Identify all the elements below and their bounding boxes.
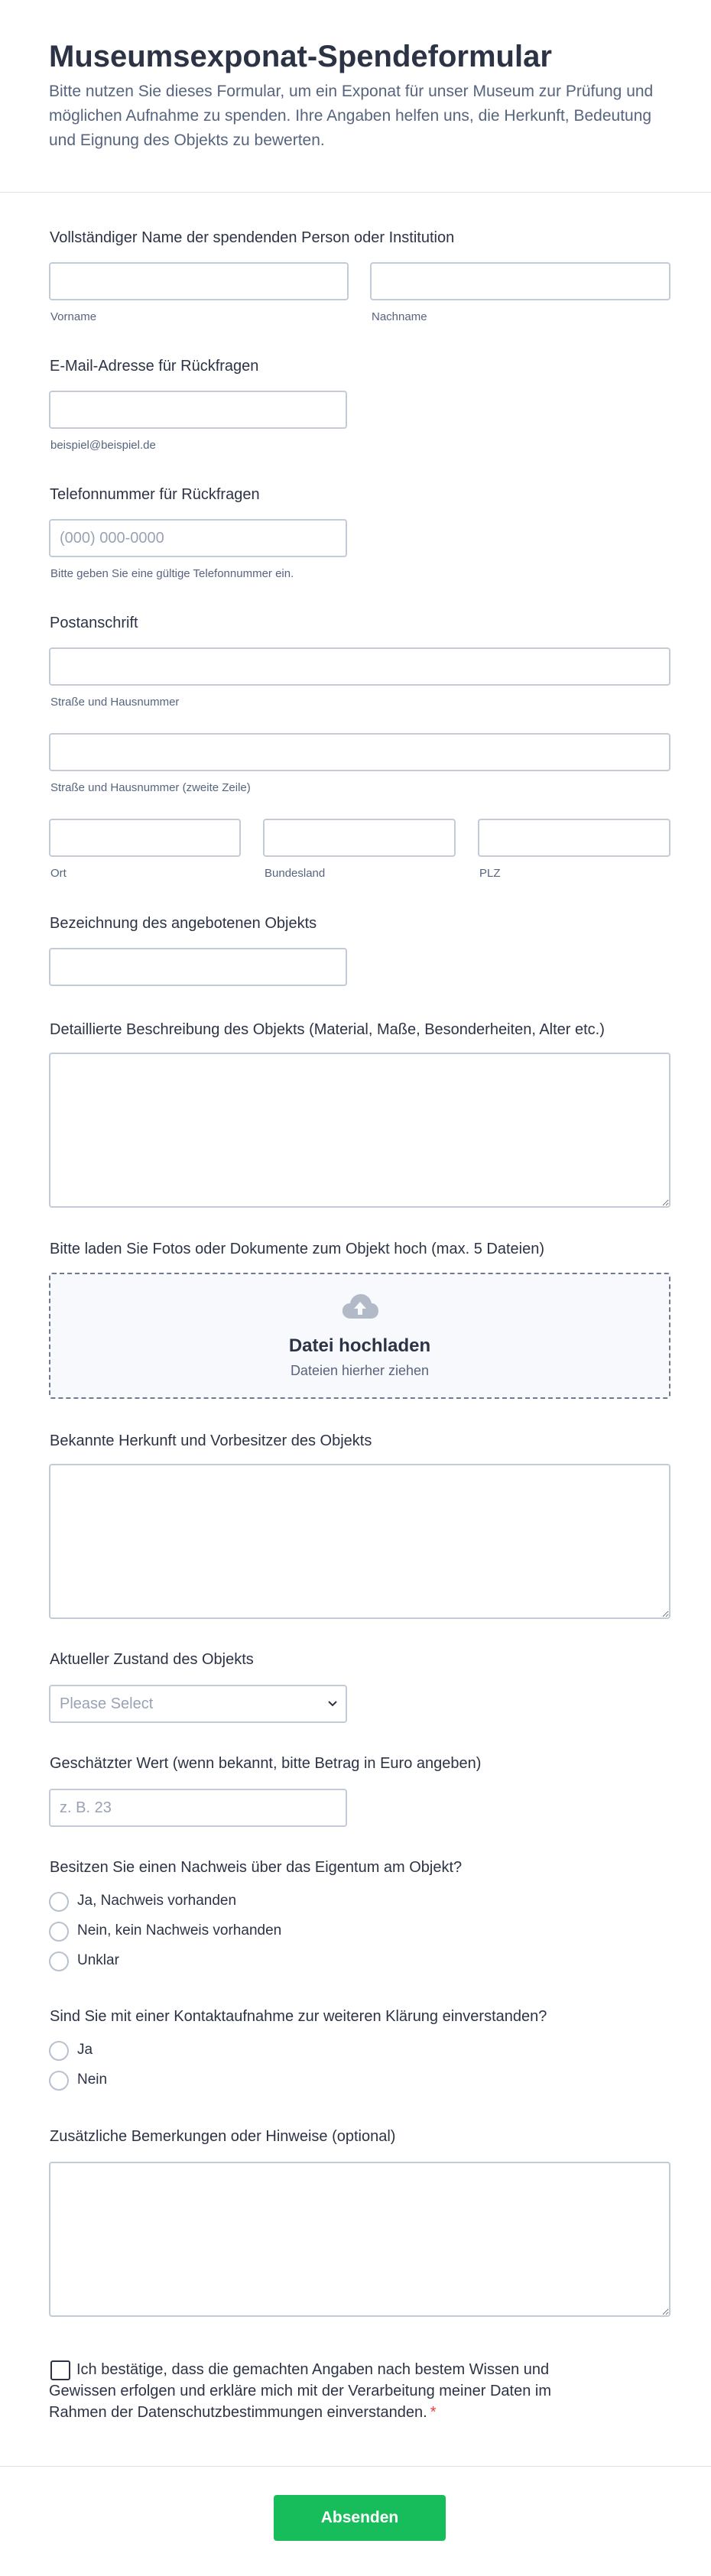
form-header: Museumsexponat-Spendeformular Bitte nutz… (0, 0, 711, 193)
provenance-label: Bekannte Herkunft und Vorbesitzer des Ob… (50, 1432, 372, 1449)
last-name-sublabel: Nachname (372, 310, 427, 323)
email-label: E-Mail-Adresse für Rückfragen (50, 358, 259, 375)
provenance-textarea[interactable] (49, 1464, 670, 1619)
zip-input[interactable] (478, 819, 670, 857)
radio-circle[interactable] (49, 1922, 69, 1942)
object-name-label: Bezeichnung des angebotenen Objekts (50, 915, 317, 932)
form-title: Museumsexponat-Spendeformular (49, 40, 552, 73)
upload-title: Datei hochladen (288, 1335, 431, 1356)
remarks-label: Zusätzliche Bemerkungen oder Hinweise (o… (50, 2128, 396, 2145)
state-input[interactable] (263, 819, 456, 857)
city-sublabel: Ort (50, 867, 67, 880)
last-name-input[interactable] (370, 262, 670, 300)
email-sublabel: beispiel@beispiel.de (50, 439, 156, 452)
upload-label: Bitte laden Sie Fotos oder Dokumente zum… (50, 1241, 544, 1257)
street2-sublabel: Straße und Hausnummer (zweite Zeile) (50, 781, 251, 794)
radio-label: Unklar (77, 1952, 119, 1968)
condition-label: Aktueller Zustand des Objekts (50, 1651, 254, 1668)
phone-label: Telefonnummer für Rückfragen (50, 486, 260, 503)
description-textarea[interactable] (49, 1053, 670, 1208)
phone-input[interactable] (49, 519, 347, 557)
consent-label: Ich bestätige, dass die gemachten Angabe… (49, 2361, 551, 2421)
chevron-down-icon (328, 1701, 337, 1707)
value-label: Geschätzter Wert (wenn bekannt, bitte Be… (50, 1755, 482, 1772)
footer-divider (0, 2466, 711, 2467)
street-input[interactable] (49, 647, 670, 686)
radio-label: Nein, kein Nachweis vorhanden (77, 1922, 282, 1938)
object-name-input[interactable] (49, 948, 347, 986)
condition-select[interactable]: Please Select (49, 1685, 347, 1723)
radio-label: Ja, Nachweis vorhanden (77, 1893, 237, 1909)
form-subtitle: Bitte nutzen Sie dieses Formular, um ein… (49, 83, 654, 149)
cloud-upload-icon (342, 1294, 378, 1319)
street2-input[interactable] (49, 733, 670, 771)
radio-label: Nein (77, 2072, 108, 2088)
address-label: Postanschrift (50, 615, 138, 631)
zip-sublabel: PLZ (479, 867, 501, 880)
city-input[interactable] (49, 819, 241, 857)
radio-circle[interactable] (49, 2071, 69, 2091)
required-mark: * (430, 2404, 437, 2421)
phone-sublabel: Bitte geben Sie eine gültige Telefonnumm… (50, 567, 294, 580)
first-name-sublabel: Vorname (50, 310, 97, 323)
consent-text: Ich bestätige, dass die gemachten Angabe… (49, 2359, 599, 2423)
name-label: Vollständiger Name der spendenden Person… (50, 229, 455, 246)
ownership-label: Besitzen Sie einen Nachweis über das Eig… (50, 1859, 463, 1876)
radio-circle[interactable] (49, 2041, 69, 2061)
submit-button[interactable]: Absenden (274, 2495, 446, 2541)
description-label: Detaillierte Beschreibung des Objekts (M… (50, 1021, 605, 1038)
email-input[interactable] (49, 391, 347, 429)
radio-circle[interactable] (49, 1951, 69, 1971)
radio-circle[interactable] (49, 1892, 69, 1912)
remarks-textarea[interactable] (49, 2162, 670, 2317)
condition-select-value: Please Select (60, 1695, 154, 1712)
contact-label: Sind Sie mit einer Kontaktaufnahme zur w… (50, 2008, 547, 2025)
first-name-input[interactable] (49, 262, 349, 300)
upload-subtitle: Dateien hierher ziehen (290, 1363, 430, 1378)
radio-label: Ja (77, 2042, 93, 2058)
street-sublabel: Straße und Hausnummer (50, 696, 180, 709)
value-input[interactable] (49, 1789, 347, 1827)
file-upload-dropzone[interactable]: Datei hochladen Dateien hierher ziehen (49, 1273, 670, 1399)
state-sublabel: Bundesland (265, 867, 326, 880)
